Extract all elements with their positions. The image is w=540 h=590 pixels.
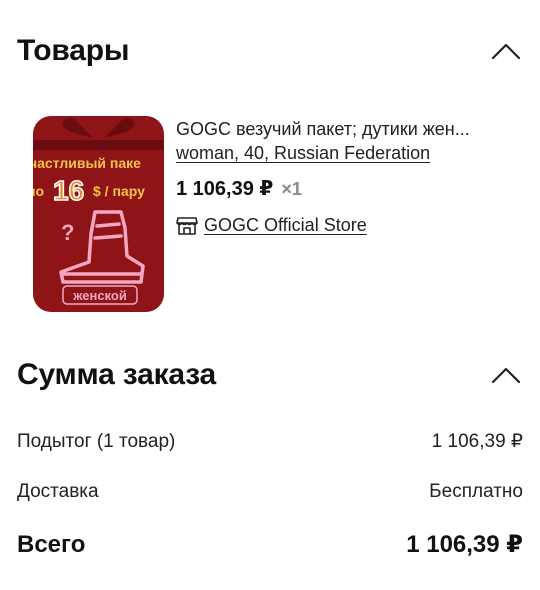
- subtotal-row: Подытог (1 товар) 1 106,39 ₽: [17, 430, 523, 453]
- image-question: ?: [61, 220, 74, 245]
- delivery-row: Доставка Бесплатно: [17, 481, 523, 503]
- product-image[interactable]: частливый паке по 16 $ / пару ? женской: [33, 116, 164, 312]
- product-quantity: ×1: [281, 179, 302, 199]
- image-number: 16: [53, 175, 84, 206]
- summary-section-title: Сумма заказа: [17, 358, 217, 391]
- store-link[interactable]: GOGC Official Store: [176, 215, 521, 236]
- products-section-title: Товары: [17, 34, 130, 67]
- chevron-up-icon: [491, 43, 521, 60]
- checkout-page: Товары частливый паке по 16 $ / пару ?: [0, 0, 540, 590]
- delivery-value: Бесплатно: [429, 481, 523, 502]
- total-row: Всего 1 106,39 ₽: [17, 530, 523, 559]
- total-value: 1 106,39 ₽: [406, 531, 523, 558]
- store-icon: [176, 216, 198, 235]
- product-price: 1 106,39 ₽: [176, 178, 274, 200]
- image-badge: женской: [72, 288, 127, 303]
- products-section-header[interactable]: Товары: [17, 34, 523, 68]
- price-row: 1 106,39 ₽ ×1: [176, 176, 521, 201]
- subtotal-value: 1 106,39 ₽: [431, 431, 523, 452]
- total-label: Всего: [17, 530, 86, 558]
- product-image-art: частливый паке по 16 $ / пару ? женской: [33, 116, 164, 312]
- image-line1: частливый паке: [33, 155, 141, 171]
- product-info: GOGC везучий пакет; дутики жен... woman,…: [176, 118, 521, 236]
- image-prefix: по: [33, 183, 44, 199]
- image-suffix: $ / пару: [93, 183, 145, 199]
- products-collapse-button[interactable]: [489, 39, 523, 63]
- summary-collapse-button[interactable]: [489, 363, 523, 387]
- store-name: GOGC Official Store: [204, 215, 367, 235]
- product-variant-link[interactable]: woman, 40, Russian Federation: [176, 142, 430, 164]
- delivery-label: Доставка: [17, 481, 99, 502]
- summary-section-header[interactable]: Сумма заказа: [17, 358, 523, 392]
- product-title[interactable]: GOGC везучий пакет; дутики жен...: [176, 118, 506, 140]
- chevron-up-icon: [491, 367, 521, 384]
- subtotal-label: Подытог (1 товар): [17, 430, 176, 452]
